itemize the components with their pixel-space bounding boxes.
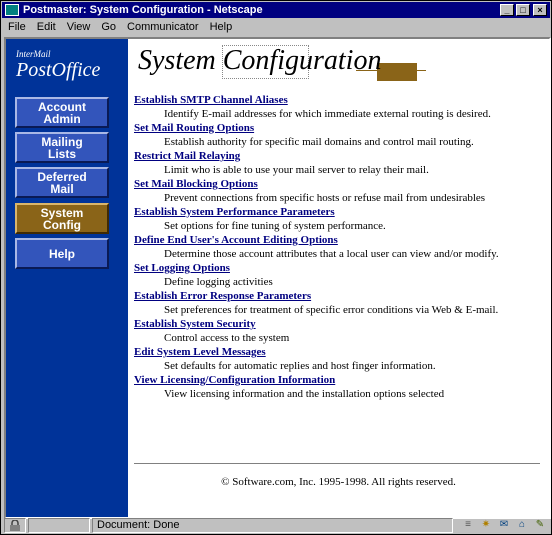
config-link[interactable]: Define End User's Account Editing Option…: [134, 234, 544, 247]
config-link[interactable]: Establish System Security: [134, 318, 544, 331]
config-link[interactable]: Set Logging Options: [134, 262, 544, 275]
page-title: System Configuration: [138, 45, 382, 76]
list-item: Set Mail Blocking Options Prevent connect…: [134, 178, 544, 205]
nav-label: Admin: [43, 111, 81, 126]
title-bar: Postmaster: System Configuration - Netsc…: [2, 2, 550, 18]
netscape-icon: [5, 4, 19, 16]
config-link[interactable]: Restrict Mail Relaying: [134, 150, 544, 163]
mail-icon[interactable]: ✉: [497, 519, 511, 531]
config-link[interactable]: Edit System Level Messages: [134, 346, 544, 359]
nav-account-admin[interactable]: Account Admin: [15, 97, 109, 128]
divider: [134, 463, 540, 465]
list-item: Define End User's Account Editing Option…: [134, 234, 544, 261]
list-item: Establish System Security Control access …: [134, 318, 544, 345]
menu-go[interactable]: Go: [101, 21, 116, 33]
logo-line2: PostOffice: [16, 59, 101, 81]
progress-bar: [28, 517, 90, 533]
discussions-icon[interactable]: ⌂: [515, 519, 529, 531]
list-item: Establish SMTP Channel Aliases Identify E…: [134, 94, 544, 121]
menu-view[interactable]: View: [67, 21, 91, 33]
window-title: Postmaster: System Configuration - Netsc…: [23, 4, 263, 16]
menu-help[interactable]: Help: [210, 21, 233, 33]
minimize-button[interactable]: _: [500, 4, 514, 16]
config-desc: Establish authority for specific mail do…: [164, 136, 474, 148]
list-item: Set Mail Routing Options Establish author…: [134, 122, 544, 149]
main-panel: System Configuration Establish SMTP Chan…: [130, 39, 547, 517]
config-desc: Set preferences for treatment of specifi…: [164, 304, 499, 316]
config-link[interactable]: Set Mail Blocking Options: [134, 178, 544, 191]
config-link[interactable]: Set Mail Routing Options: [134, 122, 544, 135]
list-item: Establish System Performance Parameters S…: [134, 206, 544, 233]
status-bar: Document: Done ≡ ✷ ✉ ⌂ ✎: [2, 517, 550, 533]
config-list: Establish SMTP Channel Aliases Identify E…: [134, 94, 544, 402]
browser-window: Postmaster: System Configuration - Netsc…: [0, 0, 552, 535]
menu-file[interactable]: File: [8, 21, 26, 33]
list-item: View Licensing/Configuration Information…: [134, 374, 544, 401]
list-item: Edit System Level Messages Set defaults f…: [134, 346, 544, 373]
page-content: InterMail PostOffice Account Admin Maili…: [4, 37, 551, 519]
signal-icon[interactable]: ≡: [461, 519, 475, 531]
status-text: Document: Done: [92, 517, 453, 533]
nav-label: Deferred: [37, 169, 87, 184]
list-item: Establish Error Response Parameters Set p…: [134, 290, 544, 317]
nav-system-config[interactable]: System Config: [15, 203, 109, 234]
maximize-button[interactable]: □: [516, 4, 530, 16]
menu-edit[interactable]: Edit: [37, 21, 56, 33]
nav-label: Mail: [50, 181, 74, 196]
nav-label: Config: [43, 217, 81, 232]
title-decoration-block: [377, 63, 417, 81]
menu-communicator[interactable]: Communicator: [127, 21, 199, 33]
nav-label: Help: [48, 246, 75, 261]
config-link[interactable]: View Licensing/Configuration Information: [134, 374, 544, 387]
logo-line1: InterMail: [16, 49, 51, 59]
nav-label: Account: [38, 99, 86, 114]
nav-label: Lists: [47, 146, 76, 161]
config-desc: Prevent connections from specific hosts …: [164, 192, 486, 204]
nav-label: Mailing: [41, 134, 83, 149]
close-button[interactable]: ×: [533, 4, 547, 16]
composer-icon[interactable]: ✎: [533, 519, 547, 531]
list-item: Restrict Mail Relaying Limit who is able …: [134, 150, 544, 177]
config-desc: Set defaults for automatic replies and h…: [164, 360, 436, 372]
config-desc: Limit who is able to use your mail serve…: [164, 164, 429, 176]
copyright: © Software.com, Inc. 1995-1998. All righ…: [221, 476, 456, 488]
config-desc: Determine those account attributes that …: [164, 248, 499, 260]
config-desc: Define logging activities: [164, 276, 273, 288]
component-bar: ≡ ✷ ✉ ⌂ ✎: [457, 519, 547, 531]
sidebar: InterMail PostOffice Account Admin Maili…: [6, 39, 128, 517]
config-desc: Set options for fine tuning of system pe…: [164, 220, 386, 232]
nav-help[interactable]: Help: [15, 238, 109, 269]
menu-bar: File Edit View Go Communicator Help: [2, 18, 550, 36]
config-link[interactable]: Establish SMTP Channel Aliases: [134, 94, 544, 107]
config-desc: Identify E-mail addresses for which imme…: [164, 108, 491, 120]
nav-label: System: [40, 205, 84, 220]
config-desc: View licensing information and the insta…: [164, 388, 445, 400]
config-link[interactable]: Establish System Performance Parameters: [134, 206, 544, 219]
postoffice-logo: InterMail PostOffice: [16, 49, 100, 80]
list-item: Set Logging Options Define logging activi…: [134, 262, 544, 289]
config-link[interactable]: Establish Error Response Parameters: [134, 290, 544, 303]
security-lock-icon[interactable]: [4, 517, 26, 533]
nav-deferred-mail[interactable]: Deferred Mail: [15, 167, 109, 198]
navigator-icon[interactable]: ✷: [479, 519, 493, 531]
nav-mailing-lists[interactable]: Mailing Lists: [15, 132, 109, 163]
config-desc: Control access to the system: [164, 332, 290, 344]
